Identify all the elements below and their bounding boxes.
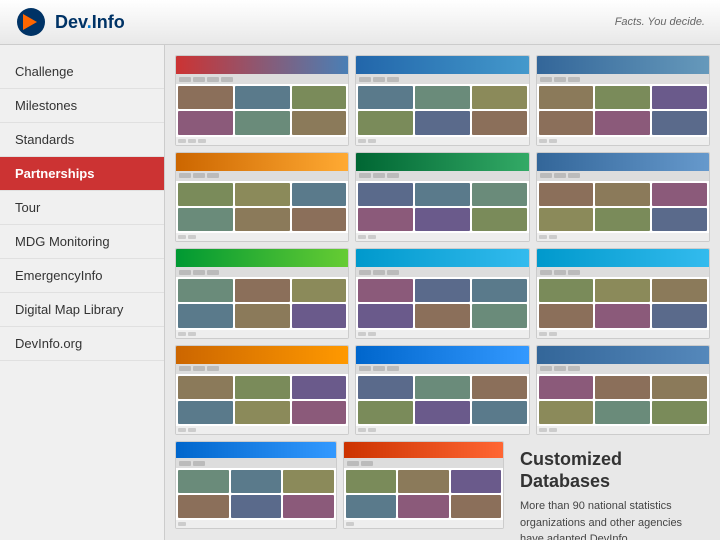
thumbnail-6[interactable]: [536, 152, 710, 243]
main-layout: Challenge Milestones Standards Partnersh…: [0, 45, 720, 540]
info-title: Customized Databases: [520, 449, 700, 492]
thumbnail-5[interactable]: [355, 152, 529, 243]
sidebar: Challenge Milestones Standards Partnersh…: [0, 45, 165, 540]
bottom-thumbnails: [175, 441, 504, 529]
header: Dev.Info Facts. You decide.: [0, 0, 720, 45]
thumbnail-4[interactable]: [175, 152, 349, 243]
sidebar-item-partnerships[interactable]: Partnerships: [0, 157, 164, 191]
sidebar-item-milestones[interactable]: Milestones: [0, 89, 164, 123]
logo-area: Dev.Info: [15, 6, 125, 38]
sidebar-item-digital-map-library[interactable]: Digital Map Library: [0, 293, 164, 327]
header-tagline: Facts. You decide.: [615, 16, 705, 28]
thumbnail-grid: [175, 55, 710, 435]
thumbnail-10[interactable]: [175, 345, 349, 436]
thumbnail-2[interactable]: [355, 55, 529, 146]
sidebar-item-tour[interactable]: Tour: [0, 191, 164, 225]
info-description: More than 90 national statistics organiz…: [520, 498, 700, 540]
thumbnail-11[interactable]: [355, 345, 529, 436]
thumbnail-3[interactable]: [536, 55, 710, 146]
sidebar-item-devinfo-org[interactable]: DevInfo.org: [0, 327, 164, 361]
bottom-area: Customized Databases More than 90 nation…: [175, 441, 710, 540]
thumbnail-1[interactable]: [175, 55, 349, 146]
content-area: Customized Databases More than 90 nation…: [165, 45, 720, 540]
info-box: Customized Databases More than 90 nation…: [510, 441, 710, 540]
thumbnail-12[interactable]: [536, 345, 710, 436]
thumbnail-7[interactable]: [175, 248, 349, 339]
sidebar-item-standards[interactable]: Standards: [0, 123, 164, 157]
thumbnail-13[interactable]: [175, 441, 337, 529]
logo-text: Dev.Info: [55, 12, 125, 33]
thumbnail-9[interactable]: [536, 248, 710, 339]
sidebar-item-mdg-monitoring[interactable]: MDG Monitoring: [0, 225, 164, 259]
thumbnail-8[interactable]: [355, 248, 529, 339]
devinfo-logo-icon: [15, 6, 47, 38]
sidebar-item-challenge[interactable]: Challenge: [0, 55, 164, 89]
thumbnail-14[interactable]: [343, 441, 505, 529]
sidebar-item-emergency-info[interactable]: EmergencyInfo: [0, 259, 164, 293]
